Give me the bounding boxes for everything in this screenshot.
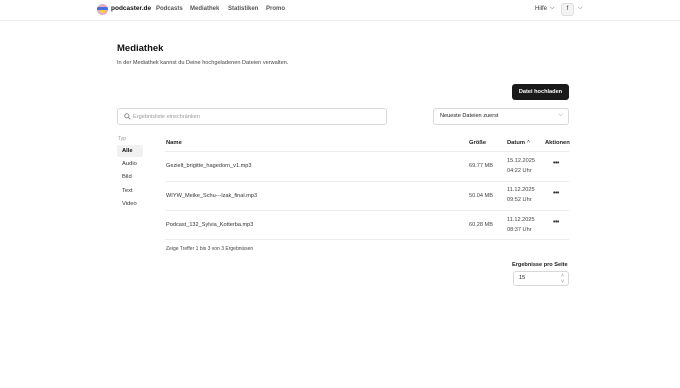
table-divider (165, 239, 569, 240)
file-date: 11.12.2025 (507, 217, 535, 223)
column-header-date[interactable]: Datum (507, 140, 525, 146)
file-name[interactable]: Podcast_132_Sylvia_Kotterba.mp3 (166, 222, 253, 228)
file-date: 15.12.2025 (507, 158, 535, 164)
chevron-down-icon[interactable]: ⌵ (578, 5, 583, 12)
brand-name[interactable]: podcaster.de (111, 5, 151, 12)
table-divider (165, 151, 569, 152)
nav-link-podcasts[interactable]: Podcasts (156, 6, 183, 12)
filter-item-video[interactable]: Video (117, 198, 143, 210)
sort-ascending-icon[interactable]: ^ (527, 140, 530, 146)
sort-selected-label: Neueste Dateien zuerst (440, 113, 499, 119)
file-date: 11.12.2025 (507, 187, 535, 193)
results-summary: Zeige Treffer 1 bis 3 von 3 Ergebnissen (166, 246, 254, 252)
podcaster-logo-icon[interactable] (97, 4, 108, 15)
help-menu[interactable]: Hilfe (535, 6, 547, 12)
file-name[interactable]: Gezielt_brigitte_hagedorn_v1.mp3 (166, 163, 252, 169)
page-title: Mediathek (117, 43, 164, 54)
search-icon (124, 113, 131, 120)
page-description: In der Mediathek kannst du Deine hochgel… (117, 60, 289, 66)
nav-link-promo[interactable]: Promo (266, 6, 285, 12)
filter-item-audio[interactable]: Audio (117, 158, 143, 170)
file-time: 09:52 Uhr (507, 197, 532, 203)
column-header-actions: Aktionen (545, 140, 570, 146)
user-avatar[interactable]: f (561, 3, 574, 16)
search-input[interactable] (133, 111, 378, 122)
table-divider (165, 181, 569, 182)
file-size: 50.04 MB (469, 193, 493, 199)
sort-select[interactable]: Neueste Dateien zuerst ⌵ (433, 108, 569, 125)
column-header-name: Name (166, 140, 182, 146)
more-actions-icon[interactable]: ••• (553, 190, 559, 197)
filter-heading: Typ (118, 136, 127, 142)
more-actions-icon[interactable]: ••• (553, 160, 559, 167)
search-box[interactable] (117, 108, 387, 125)
chevron-down-icon[interactable]: ⌵ (550, 5, 555, 12)
file-size: 69.77 MB (469, 163, 493, 169)
nav-link-statistiken[interactable]: Statistiken (228, 6, 258, 12)
file-time: 08:37 Uhr (507, 227, 532, 233)
filter-item-bild[interactable]: Bild (117, 171, 143, 183)
upload-file-button[interactable]: Datei hochladen (512, 84, 569, 100)
more-actions-icon[interactable]: ••• (553, 219, 559, 226)
filter-item-text[interactable]: Text (117, 185, 143, 197)
chevron-down-icon: ⌵ (558, 112, 563, 118)
file-size: 60.28 MB (469, 222, 493, 228)
table-divider (165, 210, 569, 211)
file-time: 04:22 Uhr (507, 168, 532, 174)
per-page-value: 15 (519, 275, 526, 281)
chevron-updown-icon: ˄ ˅ (561, 273, 564, 285)
filter-item-alle[interactable]: Alle (117, 145, 143, 157)
nav-link-mediathek[interactable]: Mediathek (190, 6, 219, 12)
per-page-select[interactable]: 15 ˄ ˅ (513, 271, 569, 286)
top-navigation: podcaster.de Podcasts Mediathek Statisti… (0, 0, 680, 21)
file-name[interactable]: WIYW_Meike_Schu--‑lzak_final.mp3 (166, 193, 257, 199)
column-header-size: Größe (469, 140, 487, 146)
per-page-label: Ergebnisse pro Seite (512, 262, 568, 268)
